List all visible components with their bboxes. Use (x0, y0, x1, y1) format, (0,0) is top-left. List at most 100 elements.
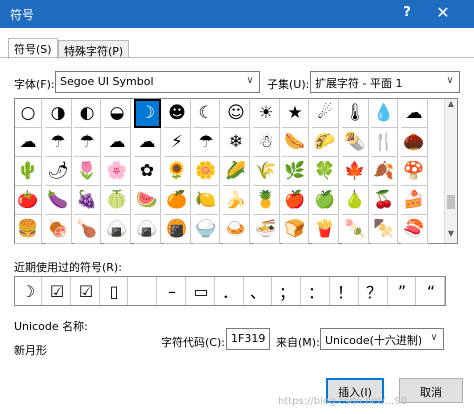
symbol-cell[interactable]: 🌵 (15, 157, 42, 186)
symbol-cell[interactable]: 🌶 (45, 157, 72, 186)
symbol-cell[interactable]: 🌡 (342, 99, 369, 128)
symbol-cell[interactable]: 🍴 (371, 128, 398, 157)
symbol-cell[interactable]: 🍙 (134, 215, 161, 244)
symbol-cell[interactable]: ⚡ (164, 128, 191, 157)
symbol-cell[interactable]: 🍘 (164, 215, 191, 244)
recent-symbol-cell[interactable] (130, 277, 157, 305)
symbol-cell[interactable]: 🍅 (15, 186, 42, 215)
symbol-cell[interactable]: 🌮 (312, 128, 339, 157)
symbol-cell[interactable]: 🍖 (45, 215, 72, 244)
symbol-cell[interactable]: ★ (282, 99, 309, 128)
symbol-cell[interactable]: 🍈 (104, 186, 131, 215)
cancel-button[interactable]: 取消 (399, 378, 463, 403)
from-select[interactable]: Unicode(十六进制) ∨ (320, 328, 444, 350)
symbol-cell[interactable]: ☂ (45, 128, 72, 157)
symbol-cell[interactable]: 🌿 (282, 157, 309, 186)
symbol-cell[interactable]: 🍀 (312, 157, 339, 186)
symbol-cell[interactable]: 🌾 (253, 157, 280, 186)
recent-symbol-cell[interactable]: ▯ (101, 277, 128, 305)
symbol-cell[interactable]: 🌷 (74, 157, 101, 186)
recent-symbol-cell[interactable]: ☽ (15, 277, 42, 305)
symbol-cell[interactable]: ☻ (164, 99, 191, 128)
recent-symbol-cell[interactable]: ” (389, 277, 416, 305)
symbol-cell[interactable]: 🍙 (104, 215, 131, 244)
symbol-cell[interactable]: 🍜 (253, 215, 280, 244)
symbol-cell[interactable]: 🍡 (342, 215, 369, 244)
symbol-cell[interactable]: 🍁 (342, 157, 369, 186)
symbol-cell[interactable]: 🍛 (223, 215, 250, 244)
recent-symbol-cell[interactable]: ． (217, 277, 244, 305)
tab-symbols[interactable]: 符号(S) (8, 38, 58, 59)
symbol-cell[interactable]: 🌯 (342, 128, 369, 157)
symbol-cell[interactable]: ☄ (312, 99, 339, 128)
recent-symbol-cell[interactable]: ？ (361, 277, 388, 305)
char-code-input[interactable]: 1F319 (226, 328, 270, 350)
scrollbar-thumb[interactable] (447, 195, 455, 209)
symbol-cell[interactable]: 🍌 (223, 186, 250, 215)
symbol-cell[interactable]: 💧 (371, 99, 398, 128)
symbol-cell[interactable]: ☃ (253, 128, 280, 157)
symbol-cell[interactable]: 🍂 (371, 157, 398, 186)
symbol-cell[interactable]: ☁ (401, 99, 428, 128)
symbol-cell[interactable]: 🌸 (104, 157, 131, 186)
symbol-cell[interactable]: 🌰 (401, 128, 428, 157)
symbol-cell[interactable]: 🍟 (312, 215, 339, 244)
symbol-cell[interactable]: ☀ (253, 99, 280, 128)
symbol-cell[interactable]: 🌼 (193, 157, 220, 186)
symbol-cell[interactable]: 🍚 (193, 215, 220, 244)
symbol-cell[interactable]: 🍋 (193, 186, 220, 215)
symbol-cell[interactable]: ❄ (223, 128, 250, 157)
close-button[interactable]: ✕ (428, 3, 458, 22)
symbol-cell[interactable]: ✿ (134, 157, 161, 186)
symbol-cell[interactable]: 🍢 (371, 215, 398, 244)
recent-symbol-cell[interactable]: ☑ (73, 277, 100, 305)
symbol-cell[interactable]: 🍉 (134, 186, 161, 215)
recent-symbol-cell[interactable]: ▭ (188, 277, 215, 305)
symbol-cell[interactable]: 🍇 (74, 186, 101, 215)
symbol-cell[interactable]: ☂ (193, 128, 220, 157)
scroll-up-icon[interactable]: ▲ (445, 99, 457, 113)
symbol-cell[interactable]: 🍔 (15, 215, 42, 244)
recent-symbols[interactable]: ☽ ☑ ☑ ▯ – ▭ ．、；：！？” “ (14, 276, 446, 306)
symbol-cell[interactable]: 🍰 (401, 186, 428, 215)
symbol-cell[interactable]: ☽ (134, 99, 161, 128)
symbol-cell[interactable]: 🍎 (282, 186, 309, 215)
symbol-cell[interactable]: ◑ (45, 99, 72, 128)
symbol-cell[interactable]: ☺ (223, 99, 250, 128)
symbol-cell[interactable]: 🍍 (253, 186, 280, 215)
symbol-cell[interactable]: 🍒 (371, 186, 398, 215)
symbol-grid[interactable]: ▲ ▼ ○ ◑ ◐ ◒ ☽ ☻ ☾ ☺ ☀ ★ ☄ 🌡 💧 ☁ ☁ ☂ ☂ ☁ ☁ ⚡ ☂ ❄ ☃ 🌭 🌮 🌯 🍴 🌰 🌵 🌶 🌷 🌸 ✿ 🌻 🌼 🌽… (14, 98, 458, 244)
symbol-cell[interactable]: ☁ (15, 128, 42, 157)
symbol-cell[interactable]: 🍐 (342, 186, 369, 215)
symbol-cell[interactable]: 🍞 (282, 215, 309, 244)
symbol-cell[interactable]: 🍗 (74, 215, 101, 244)
symbol-cell[interactable]: 🌭 (282, 128, 309, 157)
subset-select[interactable]: 扩展字符 - 平面 1 ∨ (310, 71, 460, 93)
recent-symbol-cell[interactable]: ！ (332, 277, 359, 305)
symbol-cell[interactable]: ☂ (74, 128, 101, 157)
symbol-cell[interactable]: 🍣 (401, 215, 428, 244)
symbol-cell[interactable]: 🍄 (401, 157, 428, 186)
recent-symbol-cell[interactable]: ； (274, 277, 301, 305)
symbol-cell[interactable]: ☾ (193, 99, 220, 128)
recent-symbol-cell[interactable]: ☑ (44, 277, 71, 305)
scroll-down-icon[interactable]: ▼ (445, 229, 457, 243)
symbol-cell[interactable]: 🍏 (312, 186, 339, 215)
symbol-cell[interactable]: ◐ (74, 99, 101, 128)
recent-symbol-cell[interactable]: 、 (245, 277, 272, 305)
symbol-cell[interactable]: ○ (15, 99, 42, 128)
symbol-cell[interactable]: 🍆 (45, 186, 72, 215)
symbol-cell[interactable]: 🌽 (223, 157, 250, 186)
recent-symbol-cell[interactable]: – (159, 277, 186, 305)
help-button[interactable]: ? (397, 5, 417, 20)
grid-scrollbar[interactable]: ▲ ▼ (444, 99, 457, 243)
font-select[interactable]: Segoe UI Symbol ∨ (55, 71, 260, 93)
symbol-cell[interactable]: ☁ (134, 128, 161, 157)
tab-special-chars[interactable]: 特殊字符(P) (58, 40, 130, 58)
recent-symbol-cell[interactable]: ： (303, 277, 330, 305)
symbol-cell[interactable]: ☁ (104, 128, 131, 157)
symbol-cell[interactable]: 🌻 (164, 157, 191, 186)
symbol-cell[interactable]: 🍊 (164, 186, 191, 215)
recent-symbol-cell[interactable]: “ (418, 277, 445, 305)
symbol-cell[interactable]: ◒ (104, 99, 131, 128)
